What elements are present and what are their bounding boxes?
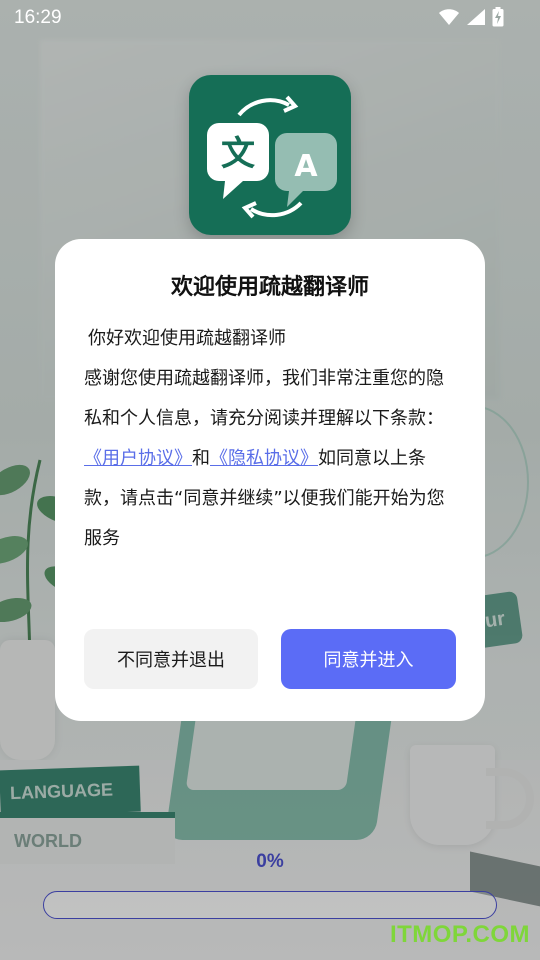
privacy-consent-dialog: 欢迎使用疏越翻译师 你好欢迎使用疏越翻译师 感谢您使用疏越翻译师，我们非常注重您… bbox=[55, 239, 485, 721]
progress-percent: 0% bbox=[256, 851, 284, 872]
privacy-policy-link[interactable]: 《隐私协议》 bbox=[210, 448, 318, 469]
agree-enter-button[interactable]: 同意并进入 bbox=[281, 629, 456, 689]
status-icons bbox=[438, 7, 504, 27]
wifi-icon bbox=[439, 9, 459, 25]
dialog-greeting: 你好欢迎使用疏越翻译师 bbox=[88, 328, 286, 349]
svg-text:A: A bbox=[294, 149, 318, 184]
decline-exit-button[interactable]: 不同意并退出 bbox=[84, 629, 258, 689]
battery-charging-icon bbox=[492, 7, 504, 27]
translate-icon: 文 A bbox=[207, 95, 337, 219]
and-text: 和 bbox=[192, 448, 210, 469]
app-logo-icon: 文 A bbox=[189, 75, 351, 235]
watermark: ITMOP.COM bbox=[389, 921, 530, 948]
dialog-title: 欢迎使用疏越翻译师 bbox=[170, 275, 369, 300]
dialog-intro: 感谢您使用疏越翻译师，我们非常注重您的隐私和个人信息，请充分阅读并理解以下条款： bbox=[84, 368, 444, 429]
dialog-consent-paragraph: 《用户协议》和《隐私协议》如同意以上条款，请点击“同意并继续”以便我们能开始为您… bbox=[84, 439, 455, 559]
svg-text:文: 文 bbox=[221, 134, 255, 174]
signal-icon bbox=[467, 9, 485, 25]
user-agreement-link[interactable]: 《用户协议》 bbox=[84, 448, 192, 469]
status-bar: 16:29 bbox=[0, 0, 540, 34]
loading-progress-bar bbox=[43, 891, 497, 919]
dialog-body: 你好欢迎使用疏越翻译师 感谢您使用疏越翻译师，我们非常注重您的隐私和个人信息，请… bbox=[84, 321, 455, 559]
status-time: 16:29 bbox=[14, 7, 62, 28]
